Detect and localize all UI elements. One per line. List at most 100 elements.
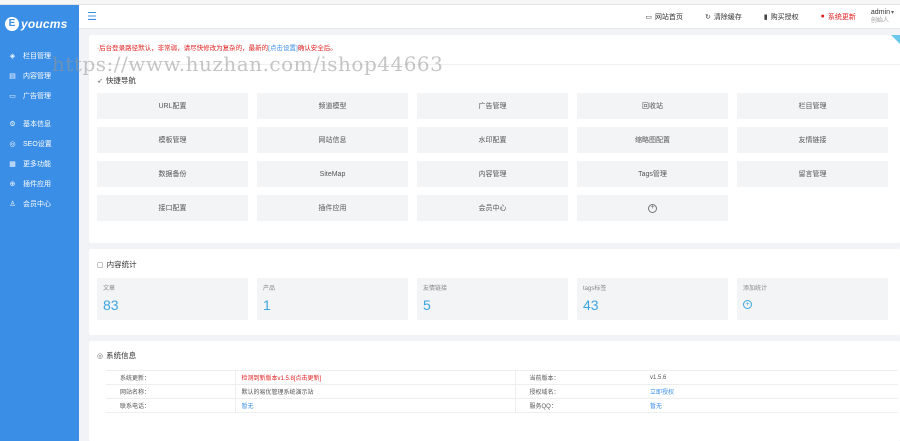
stat-tags[interactable]: tags标签 43	[577, 278, 728, 320]
sidebar-item-columns[interactable]: ◈ 栏目管理	[0, 46, 79, 66]
quick-site-info-button[interactable]: 网站信息	[257, 127, 408, 153]
sidebar-item-seo[interactable]: ◎ SEO设置	[0, 134, 79, 154]
security-notice: ·后台登录路径默认，非常弱，请尽快修改为复杂的，最新的[点击设置]确认安全后。	[89, 35, 900, 65]
stat-add[interactable]: 添加统计 +	[737, 278, 888, 320]
quick-links-button[interactable]: 友情链接	[737, 127, 888, 153]
plugin-icon: ⊕	[9, 181, 16, 188]
apps-icon: ▦	[9, 161, 16, 168]
table-row: 联系电话： 暂无 服务QQ： 暂无	[106, 398, 898, 413]
info-circle-icon: ◎	[97, 352, 104, 360]
stat-label: tags标签	[583, 286, 607, 292]
update-link[interactable]: 检测到新版本v1.5.8[点击更新]	[234, 370, 516, 385]
system-info-panel: ◎ 系统信息 系统更新： 检测到新版本v1.5.8[点击更新] 当前版本： v1.…	[89, 341, 900, 441]
plus-circle-icon[interactable]: +	[743, 300, 752, 309]
dashboard-card: ·后台登录路径默认，非常弱，请尽快修改为复杂的，最新的[点击设置]确认安全后。 …	[89, 35, 900, 243]
sidebar-item-label: 基本信息	[23, 121, 51, 128]
authorize-link[interactable]: 立即授权	[644, 384, 898, 399]
info-key: 网站名称：	[106, 384, 235, 399]
stat-articles[interactable]: 文章 83	[97, 278, 248, 320]
quick-recycle-bin-button[interactable]: 回收站	[577, 93, 728, 119]
sidebar-item-basic[interactable]: ⚙ 基本信息	[0, 114, 79, 134]
info-key: 系统更新：	[106, 370, 235, 385]
settings-icon: ⚙	[9, 121, 16, 128]
logo-text: youcms	[21, 16, 68, 31]
sidebar-item-label: 广告管理	[23, 93, 51, 100]
content-stats-panel: ▢ 内容统计 文章 83 产品 1 友情链接 5 tags标签 43 添加统计 +	[89, 249, 900, 335]
quick-channel-model-button[interactable]: 频道模型	[257, 93, 408, 119]
ad-icon: ▭	[9, 93, 16, 100]
buy-license-button[interactable]: ▮ 购买授权	[753, 12, 810, 22]
clear-cache-button[interactable]: ↻ 清除缓存	[694, 12, 753, 22]
stat-links[interactable]: 友情链接 5	[417, 278, 568, 320]
stat-value: 43	[583, 297, 599, 313]
sidebar-item-label: 栏目管理	[23, 53, 51, 60]
system-update-button[interactable]: ● 系统更新	[810, 12, 867, 22]
system-info-table: 系统更新： 检测到新版本v1.5.8[点击更新] 当前版本： v1.5.6 网站…	[106, 370, 898, 413]
stat-label: 友情链接	[423, 286, 448, 292]
quick-tags-button[interactable]: Tags管理	[577, 161, 728, 187]
menu-toggle-icon[interactable]: ☰	[79, 10, 105, 23]
sidebar-item-label: 更多功能	[23, 161, 51, 168]
sysinfo-title-text: 系统信息	[106, 351, 137, 360]
notice-link[interactable]: [点击设置]	[268, 45, 298, 52]
sidebar-item-plugins[interactable]: ⊕ 插件应用	[0, 174, 79, 194]
sysinfo-title: ◎ 系统信息	[97, 350, 892, 361]
quick-nav-grid: URL配置 频道模型 广告管理 回收站 栏目管理 模板管理 网站信息 水印配置 …	[97, 93, 892, 221]
quick-api-config-button[interactable]: 接口配置	[97, 195, 248, 221]
quick-templates-button[interactable]: 模板管理	[97, 127, 248, 153]
info-key: 授权域名：	[515, 384, 644, 399]
main-content: ·后台登录路径默认，非常弱，请尽快修改为复杂的，最新的[点击设置]确认安全后。 …	[89, 35, 900, 441]
quick-add-button[interactable]: +	[577, 195, 728, 221]
monitor-icon: ▭	[645, 13, 652, 21]
stat-value: 5	[423, 297, 431, 313]
alert-icon: ●	[820, 13, 825, 20]
sidebar-item-ads[interactable]: ▭ 广告管理	[0, 86, 79, 106]
quick-thumbnail-button[interactable]: 缩略图配置	[577, 127, 728, 153]
user-role: 创始人	[870, 17, 889, 24]
table-row: 网站名称： 默认的易优管理系统演示站 授权域名： 立即授权	[106, 384, 898, 399]
top-actions: ▭ 网站首页 ↻ 清除缓存 ▮ 购买授权 ● 系统更新 admin▾ 创始人	[634, 5, 900, 29]
refresh-icon: ↻	[704, 13, 711, 21]
quick-url-config-button[interactable]: URL配置	[97, 93, 248, 119]
quick-plugins-button[interactable]: 插件应用	[257, 195, 408, 221]
info-key: 联系电话：	[106, 398, 235, 413]
quick-nav-title: ➶ 快捷导航	[97, 75, 892, 86]
quick-ads-button[interactable]: 广告管理	[417, 93, 568, 119]
quick-content-button[interactable]: 内容管理	[417, 161, 568, 187]
user-name: admin▾	[871, 9, 894, 17]
quick-sitemap-button[interactable]: SiteMap	[257, 161, 408, 187]
grid-icon: ◈	[9, 53, 16, 60]
sidebar-item-more[interactable]: ▦ 更多功能	[0, 154, 79, 174]
stat-label: 产品	[263, 286, 276, 292]
logo[interactable]: E youcms	[0, 5, 79, 42]
quick-backup-button[interactable]: 数据备份	[97, 161, 248, 187]
info-key: 当前版本：	[515, 370, 644, 385]
sidebar-item-members[interactable]: ♙ 会员中心	[0, 194, 79, 214]
quick-messages-button[interactable]: 留言管理	[737, 161, 888, 187]
buy-license-label: 购买授权	[770, 13, 799, 21]
stat-products[interactable]: 产品 1	[257, 278, 408, 320]
paper-plane-icon: ➶	[97, 77, 103, 85]
top-bar: ☰ ▭ 网站首页 ↻ 清除缓存 ▮ 购买授权 ● 系统更新 admin▾ 创始人	[79, 5, 900, 29]
quick-nav-title-text: 快捷导航	[105, 76, 136, 85]
quick-watermark-button[interactable]: 水印配置	[417, 127, 568, 153]
sidebar-item-label: 会员中心	[23, 201, 51, 208]
system-update-label: 系统更新	[827, 13, 856, 21]
stats-grid: 文章 83 产品 1 友情链接 5 tags标签 43 添加统计 +	[97, 278, 892, 320]
site-home-button[interactable]: ▭ 网站首页	[634, 12, 694, 22]
sidebar-item-label: SEO设置	[23, 141, 52, 148]
sidebar-divider	[0, 106, 79, 114]
sidebar-nav: ◈ 栏目管理 ▤ 内容管理 ▭ 广告管理 ⚙ 基本信息 ◎ SEO设置 ▦ 更多功能 ⊕ 插件…	[0, 42, 79, 214]
info-value: v1.5.6	[644, 370, 898, 385]
sidebar-item-label: 插件应用	[23, 181, 51, 188]
sidebar: E youcms ◈ 栏目管理 ▤ 内容管理 ▭ 广告管理 ⚙ 基本信息 ◎ SEO设置 …	[0, 5, 79, 441]
notice-text: ·后台登录路径默认，非常弱，请尽快修改为复杂的，最新的	[97, 45, 269, 52]
bookmark-icon: ▮	[763, 13, 768, 21]
stats-title-text: 内容统计	[106, 260, 137, 269]
sidebar-item-content[interactable]: ▤ 内容管理	[0, 66, 79, 86]
seo-icon: ◎	[9, 141, 16, 148]
user-menu[interactable]: admin▾ 创始人	[867, 9, 900, 25]
quick-columns-button[interactable]: 栏目管理	[737, 93, 888, 119]
table-row: 系统更新： 检测到新版本v1.5.8[点击更新] 当前版本： v1.5.6	[106, 370, 898, 385]
quick-members-button[interactable]: 会员中心	[417, 195, 568, 221]
